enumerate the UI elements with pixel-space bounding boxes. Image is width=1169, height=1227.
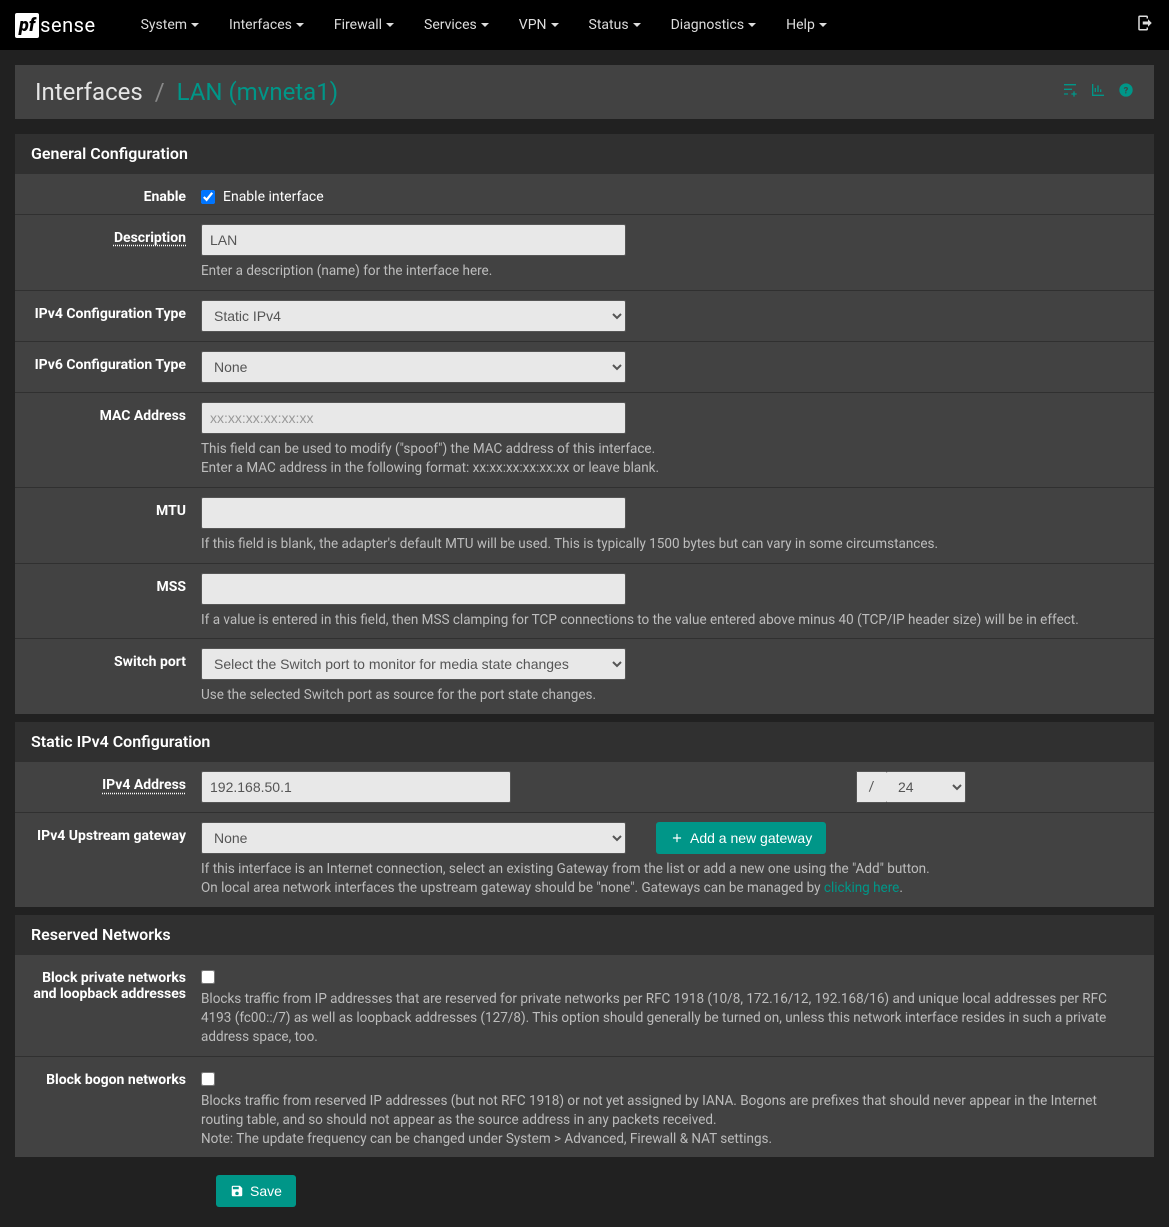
gw-help: If this interface is an Internet connect…	[201, 860, 1138, 898]
plus-icon	[670, 831, 684, 845]
svg-text:?: ?	[1124, 85, 1129, 96]
chevron-down-icon	[386, 23, 394, 27]
nav-interfaces[interactable]: Interfaces	[229, 17, 304, 33]
label-mss: MSS	[31, 573, 201, 595]
chevron-down-icon	[633, 23, 641, 27]
label-mtu: MTU	[31, 497, 201, 519]
panel-general: General Configuration Enable Enable inte…	[15, 134, 1154, 714]
logo-mark: pf	[15, 13, 39, 38]
page-header: Interfaces / LAN (mvneta1) ?	[15, 65, 1154, 119]
chevron-down-icon	[296, 23, 304, 27]
block-private-checkbox[interactable]	[201, 970, 215, 984]
ipv6type-select[interactable]: None	[201, 351, 626, 383]
mss-input[interactable]	[201, 573, 626, 605]
help-icon[interactable]: ?	[1118, 82, 1134, 102]
nav-diagnostics[interactable]: Diagnostics	[671, 17, 757, 33]
ipv4type-select[interactable]: Static IPv4	[201, 300, 626, 332]
label-block-private: Block private networks and loopback addr…	[31, 964, 201, 1002]
panel-staticipv4: Static IPv4 Configuration IPv4 Address /…	[15, 722, 1154, 907]
description-help: Enter a description (name) for the inter…	[201, 262, 1138, 281]
label-mac: MAC Address	[31, 402, 201, 424]
save-button[interactable]: Save	[216, 1175, 296, 1207]
enable-checkbox-row[interactable]: Enable interface	[201, 183, 1138, 205]
cidr-slash: /	[856, 771, 886, 803]
label-enable: Enable	[31, 183, 201, 205]
switchport-select[interactable]: Select the Switch port to monitor for me…	[201, 648, 626, 680]
breadcrumb: Interfaces / LAN (mvneta1)	[35, 78, 1062, 106]
panel-title: General Configuration	[15, 134, 1154, 173]
chevron-down-icon	[551, 23, 559, 27]
nav-firewall[interactable]: Firewall	[334, 17, 394, 33]
breadcrumb-separator: /	[155, 78, 165, 106]
chevron-down-icon	[819, 23, 827, 27]
logo-text: sense	[40, 13, 95, 37]
panel-title: Reserved Networks	[15, 915, 1154, 954]
save-icon	[230, 1184, 244, 1198]
nav-help[interactable]: Help	[786, 17, 827, 33]
nav-status[interactable]: Status	[589, 17, 641, 33]
panel-reserved: Reserved Networks Block private networks…	[15, 915, 1154, 1157]
chevron-down-icon	[481, 23, 489, 27]
label-upstream-gw: IPv4 Upstream gateway	[31, 822, 201, 844]
nav-services[interactable]: Services	[424, 17, 489, 33]
block-bogon-help: Blocks traffic from reserved IP addresse…	[201, 1092, 1138, 1149]
label-switchport: Switch port	[31, 648, 201, 670]
nav-items: System Interfaces Firewall Services VPN …	[141, 17, 1136, 33]
label-ipv6type: IPv6 Configuration Type	[31, 351, 201, 373]
mac-input[interactable]	[201, 402, 626, 434]
upstream-gw-select[interactable]: None	[201, 822, 626, 854]
mss-help: If a value is entered in this field, the…	[201, 611, 1138, 630]
enable-checkbox-label: Enable interface	[223, 189, 324, 205]
label-description: Description	[31, 224, 201, 246]
save-button-label: Save	[250, 1183, 282, 1199]
cidr-select[interactable]: 24	[886, 771, 966, 803]
logo[interactable]: pf sense	[15, 13, 96, 38]
mtu-help: If this field is blank, the adapter's de…	[201, 535, 1138, 554]
description-input[interactable]	[201, 224, 626, 256]
top-navbar: pf sense System Interfaces Firewall Serv…	[0, 0, 1169, 50]
add-gateway-button[interactable]: Add a new gateway	[656, 822, 826, 854]
logout-icon[interactable]	[1136, 14, 1154, 37]
label-block-bogon: Block bogon networks	[31, 1066, 201, 1088]
settings-icon[interactable]	[1062, 82, 1078, 102]
mac-help: This field can be used to modify ("spoof…	[201, 440, 1138, 478]
ipv4-address-input[interactable]	[201, 771, 511, 803]
nav-vpn[interactable]: VPN	[519, 17, 559, 33]
nav-system[interactable]: System	[141, 17, 199, 33]
label-ipv4type: IPv4 Configuration Type	[31, 300, 201, 322]
clicking-here-link[interactable]: clicking here	[824, 880, 899, 896]
chart-icon[interactable]	[1090, 82, 1106, 102]
header-actions: ?	[1062, 82, 1134, 102]
block-bogon-checkbox[interactable]	[201, 1072, 215, 1086]
add-gateway-label: Add a new gateway	[690, 830, 812, 846]
chevron-down-icon	[748, 23, 756, 27]
label-ipv4addr: IPv4 Address	[31, 771, 201, 793]
breadcrumb-current: LAN (mvneta1)	[177, 78, 339, 106]
enable-checkbox[interactable]	[201, 190, 215, 204]
breadcrumb-root[interactable]: Interfaces	[35, 78, 143, 106]
panel-title: Static IPv4 Configuration	[15, 722, 1154, 761]
block-private-help: Blocks traffic from IP addresses that ar…	[201, 990, 1138, 1047]
chevron-down-icon	[191, 23, 199, 27]
switchport-help: Use the selected Switch port as source f…	[201, 686, 1138, 705]
mtu-input[interactable]	[201, 497, 626, 529]
